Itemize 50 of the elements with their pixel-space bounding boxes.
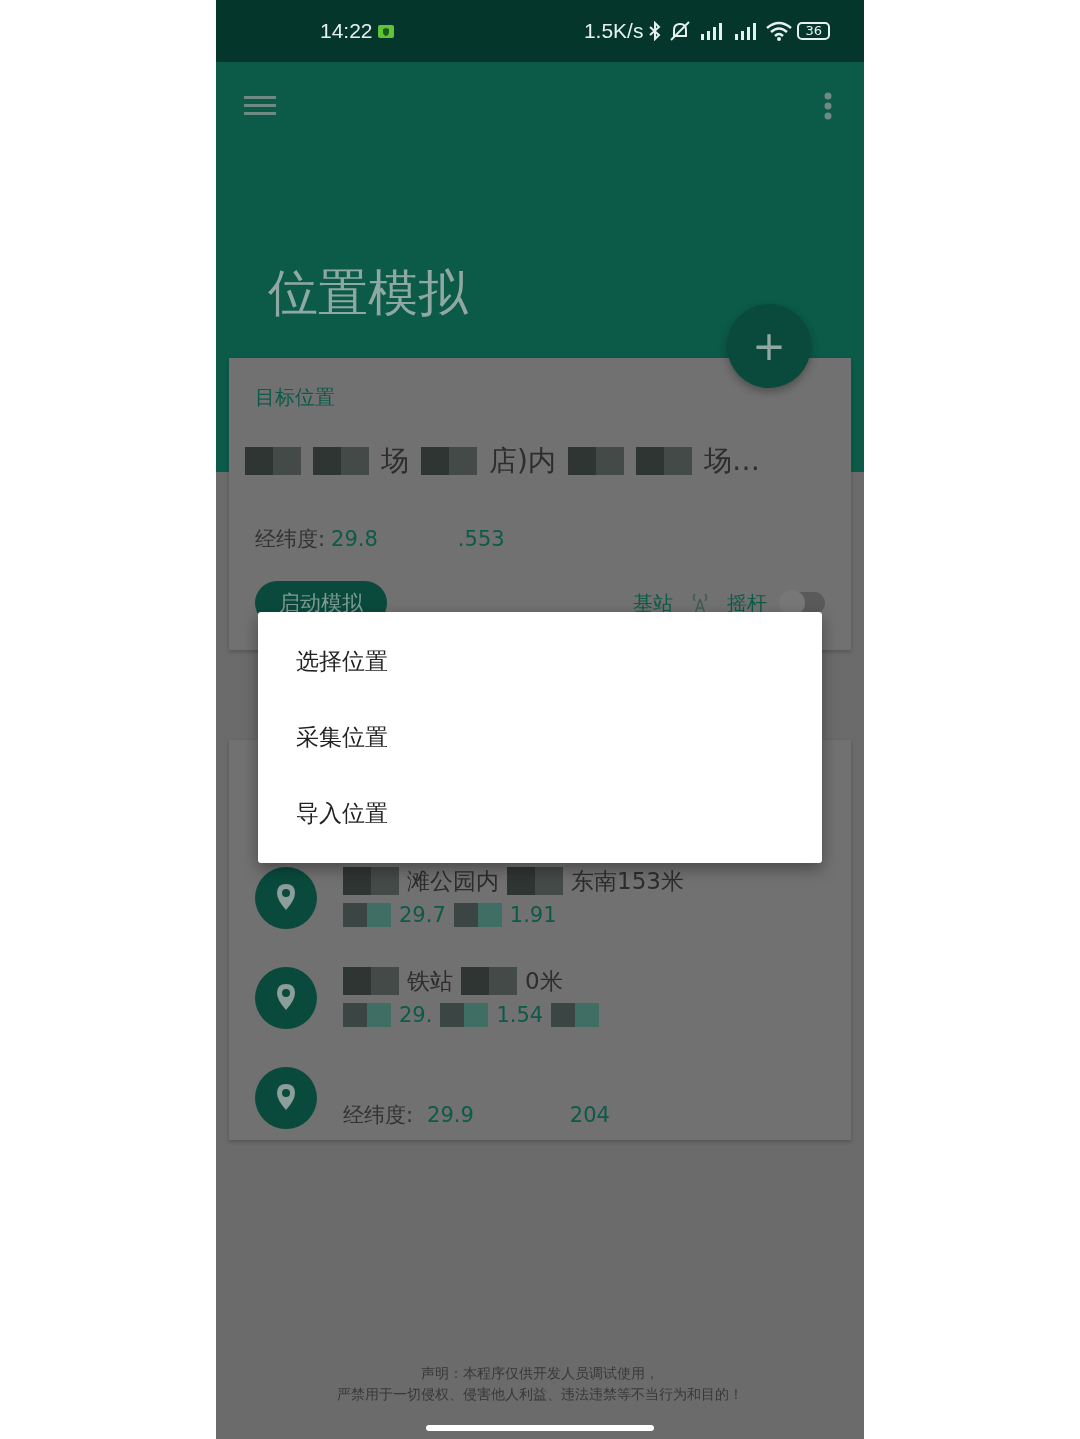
coordinate-value: 29.7 <box>399 903 446 927</box>
app-title: 位置模拟 <box>268 263 469 324</box>
address-text: 场… <box>703 443 760 479</box>
location-name: 铁站 <box>407 966 453 996</box>
pixelated-redaction <box>461 967 517 995</box>
pixelated-redaction <box>440 1003 489 1027</box>
address-text: 场 <box>381 443 409 479</box>
pixelated-redaction <box>551 1003 600 1027</box>
coordinate-label: 经纬度: <box>255 526 326 553</box>
pixelated-redaction <box>343 867 399 895</box>
location-name: 东南153米 <box>571 866 684 896</box>
network-speed-text: 1.5K/s <box>583 19 644 43</box>
more-options-icon[interactable] <box>824 92 832 120</box>
wifi-icon <box>765 20 794 42</box>
clock-text: 14:22 <box>320 19 373 43</box>
coordinate-value: 29. <box>399 1003 433 1027</box>
cell-tower-label: 基站 <box>633 589 673 617</box>
add-button[interactable]: + <box>727 304 811 388</box>
address-text: 店)内 <box>489 443 556 479</box>
menu-icon[interactable] <box>244 94 276 118</box>
shield-icon <box>376 23 395 39</box>
joystick-switch[interactable] <box>781 592 825 614</box>
pixelated-redaction <box>453 903 502 927</box>
pixelated-redaction <box>343 967 399 995</box>
location-pin-icon <box>255 1067 317 1129</box>
coordinate-value: 1.91 <box>509 903 557 927</box>
coordinate-value: .553 <box>457 527 505 551</box>
coordinate-value: 29.9 <box>427 1103 474 1127</box>
location-pin-icon <box>255 967 317 1029</box>
menu-item[interactable]: 采集位置 <box>258 722 426 753</box>
location-name: 0米 <box>525 966 563 996</box>
menu-item[interactable]: 选择位置 <box>258 646 426 678</box>
menu-item[interactable]: 导入位置 <box>258 797 426 829</box>
pixelated-redaction <box>343 903 391 927</box>
pixelated-redaction <box>567 447 624 475</box>
coordinate-value: 204 <box>569 1103 610 1127</box>
coordinate-value: 29.8 <box>331 527 378 551</box>
pixelated-redaction <box>343 1003 391 1027</box>
pixelated-redaction <box>245 447 301 475</box>
location-name: 滩公园内 <box>407 866 499 896</box>
joystick-label: 摇杆 <box>727 589 767 617</box>
location-pin-icon <box>255 867 317 929</box>
card-label: 目标位置 <box>255 384 336 411</box>
pixelated-redaction <box>421 447 477 475</box>
pixelated-redaction <box>313 447 369 475</box>
pixelated-redaction <box>635 447 692 475</box>
pixelated-redaction <box>507 867 563 895</box>
coordinate-value: 1.54 <box>496 1003 544 1027</box>
coordinate-label: 经纬度: <box>343 1102 414 1129</box>
battery-icon: 36 <box>797 22 830 40</box>
